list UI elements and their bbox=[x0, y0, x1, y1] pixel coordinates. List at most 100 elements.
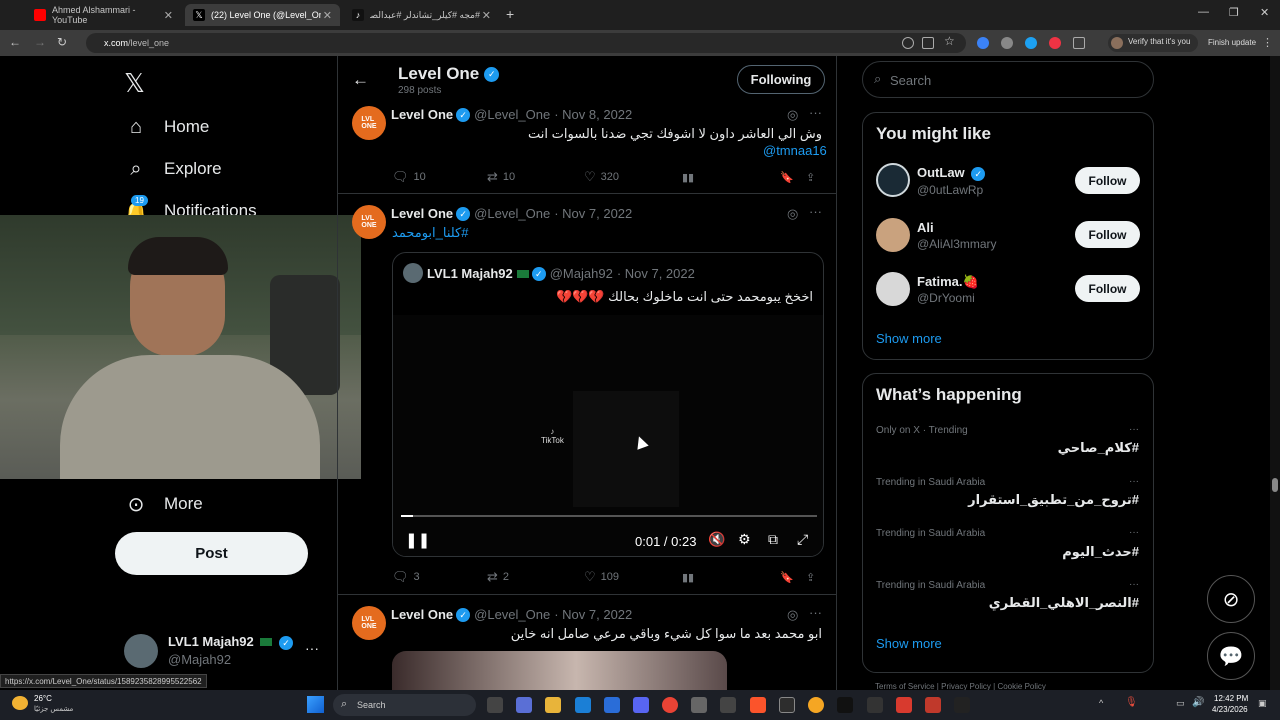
back-arrow-icon[interactable]: ← bbox=[352, 70, 369, 90]
post-button[interactable]: Post bbox=[115, 532, 308, 575]
tweet-mention-link[interactable]: @tmnaa16 bbox=[763, 143, 827, 158]
tweet-avatar[interactable]: LVL ONE bbox=[352, 205, 386, 239]
close-window-button[interactable]: ✕ bbox=[1260, 6, 1269, 19]
account-avatar[interactable] bbox=[124, 634, 158, 668]
trend-item[interactable]: #كلام_صاحي bbox=[1058, 440, 1139, 456]
pause-icon[interactable]: ❚❚ bbox=[405, 531, 430, 549]
app-icon[interactable] bbox=[954, 697, 970, 713]
more-options-icon[interactable]: ··· bbox=[809, 105, 822, 120]
trend-more-icon[interactable]: ··· bbox=[1129, 476, 1139, 487]
video-player[interactable]: ♪ TikTok ❚❚ 0:01 / 0:23 🔇 ⚙ ⧉ ⤢ bbox=[393, 315, 823, 556]
chrome-icon[interactable] bbox=[662, 697, 678, 713]
messages-fab-button[interactable]: 💬 bbox=[1207, 632, 1255, 680]
suggestion-avatar[interactable] bbox=[876, 272, 910, 306]
retweet-button[interactable]: ⇄ 2 bbox=[487, 569, 584, 585]
follow-button[interactable]: Follow bbox=[1075, 167, 1140, 194]
restore-button[interactable]: ❐ bbox=[1229, 6, 1239, 19]
brave-icon[interactable] bbox=[750, 697, 766, 713]
share-button[interactable]: ⇪ bbox=[806, 169, 815, 185]
show-more-link[interactable]: Show more bbox=[876, 636, 942, 651]
taskbar-date[interactable]: 4/23/2026 bbox=[1212, 705, 1248, 714]
task-view-icon[interactable] bbox=[487, 697, 503, 713]
extension-icon[interactable] bbox=[1025, 37, 1037, 49]
reload-icon[interactable]: ↻ bbox=[57, 35, 67, 49]
quote-tweet-card[interactable]: LVL1 Majah92 ✓ @Majah92 · Nov 7, 2022 اخ… bbox=[392, 252, 824, 557]
account-name[interactable]: LVL1 Majah92 ✓ bbox=[168, 634, 293, 650]
zoom-icon[interactable] bbox=[902, 37, 914, 49]
taskbar-search[interactable]: ⌕ Search bbox=[333, 694, 476, 716]
app-icon[interactable] bbox=[867, 697, 883, 713]
picture-in-picture-icon[interactable]: ⧉ bbox=[768, 531, 778, 548]
app-icon[interactable] bbox=[925, 697, 941, 713]
suggestion-avatar[interactable] bbox=[876, 218, 910, 252]
views-button[interactable]: ▮▮ bbox=[682, 169, 780, 185]
tray-chevron-icon[interactable]: ^ bbox=[1099, 698, 1103, 708]
grok-fab-button[interactable]: ⊘ bbox=[1207, 575, 1255, 623]
app-icon[interactable] bbox=[691, 697, 707, 713]
follow-button[interactable]: Follow bbox=[1075, 275, 1140, 302]
tiktok-icon[interactable] bbox=[837, 697, 853, 713]
url-field[interactable]: x.com/level_one bbox=[86, 33, 966, 53]
store-icon[interactable] bbox=[604, 697, 620, 713]
extensions-puzzle-icon[interactable] bbox=[1073, 37, 1085, 49]
retweet-button[interactable]: ⇄ 10 bbox=[487, 169, 584, 185]
reply-button[interactable]: 🗨 10 bbox=[392, 169, 487, 185]
tweet-media-image[interactable] bbox=[392, 651, 727, 690]
share-button[interactable]: ⇪ bbox=[806, 569, 815, 585]
close-icon[interactable]: ✕ bbox=[482, 9, 491, 22]
trend-more-icon[interactable]: ··· bbox=[1129, 424, 1139, 435]
account-menu-icon[interactable]: ··· bbox=[305, 640, 319, 656]
taskbar-time[interactable]: 12:42 PM bbox=[1214, 694, 1248, 703]
views-button[interactable]: ▮▮ bbox=[682, 569, 780, 585]
video-progress-track[interactable] bbox=[401, 515, 817, 517]
trend-item[interactable]: #النصر_الاهلي_القطري bbox=[989, 595, 1139, 611]
suggestion-name[interactable]: OutLaw ✓ bbox=[917, 165, 986, 181]
like-button[interactable]: ♡ 109 bbox=[584, 569, 682, 585]
close-icon[interactable]: ✕ bbox=[323, 9, 332, 22]
bookmark-button[interactable]: 🔖 bbox=[780, 569, 806, 585]
tab-youtube[interactable]: Ahmed Alshammari - YouTube ✕ bbox=[26, 4, 181, 26]
tab-x[interactable]: 𝕏 (22) Level One (@Level_One) / X ✕ bbox=[185, 4, 340, 26]
x-logo-icon[interactable]: 𝕏 bbox=[124, 68, 145, 99]
extension-icon[interactable] bbox=[1049, 37, 1061, 49]
trend-more-icon[interactable]: ··· bbox=[1129, 527, 1139, 538]
app-icon[interactable] bbox=[779, 697, 795, 713]
fullscreen-icon[interactable]: ⤢ bbox=[797, 531, 808, 548]
tweet-avatar[interactable]: LVL ONE bbox=[352, 106, 386, 140]
discord-icon[interactable] bbox=[633, 697, 649, 713]
extension-icon[interactable] bbox=[977, 37, 989, 49]
suggestion-name[interactable]: Ali bbox=[917, 220, 934, 235]
minimize-button[interactable]: — bbox=[1198, 6, 1209, 18]
nav-home[interactable]: ⌂ Home bbox=[124, 115, 209, 139]
page-scrollbar[interactable] bbox=[1270, 56, 1280, 690]
forward-icon[interactable]: → bbox=[34, 35, 46, 49]
back-icon[interactable]: ← bbox=[9, 35, 21, 49]
more-options-icon[interactable]: ··· bbox=[809, 605, 822, 620]
trend-item[interactable]: #تروح_من_تطبيق_استقرار bbox=[968, 492, 1139, 508]
edge-icon[interactable] bbox=[575, 697, 591, 713]
menu-kebab-icon[interactable]: ⋮ bbox=[1262, 36, 1273, 49]
nav-explore[interactable]: ⌕ Explore bbox=[124, 157, 221, 181]
app-icon[interactable] bbox=[896, 697, 912, 713]
reply-button[interactable]: 🗨 3 bbox=[392, 569, 487, 585]
grok-icon[interactable]: ◎ bbox=[787, 206, 798, 222]
finish-update-button[interactable]: Finish update bbox=[1208, 38, 1256, 47]
trend-item[interactable]: #حدث_اليوم bbox=[1062, 544, 1139, 560]
settings-gear-icon[interactable]: ⚙ bbox=[738, 531, 751, 548]
hashtag-link[interactable]: #كلنا_ابومحمد bbox=[392, 225, 468, 241]
microphone-icon[interactable]: 🎙 bbox=[1125, 697, 1138, 708]
mute-icon[interactable]: 🔇 bbox=[708, 531, 725, 548]
windows-start-icon[interactable] bbox=[307, 696, 324, 713]
copilot-icon[interactable] bbox=[516, 697, 532, 713]
nav-more[interactable]: ⊙ More bbox=[124, 492, 203, 516]
trend-more-icon[interactable]: ··· bbox=[1129, 579, 1139, 590]
scrollbar-thumb[interactable] bbox=[1272, 478, 1278, 492]
show-more-link[interactable]: Show more bbox=[876, 331, 942, 346]
app-icon[interactable] bbox=[808, 697, 824, 713]
install-icon[interactable] bbox=[922, 37, 934, 49]
network-icon[interactable]: ▭ bbox=[1176, 698, 1185, 709]
volume-icon[interactable]: 🔊 bbox=[1192, 697, 1204, 708]
notification-center-icon[interactable]: ▣ bbox=[1258, 698, 1267, 709]
new-tab-button[interactable]: + bbox=[506, 6, 514, 22]
search-input[interactable]: ⌕ Search bbox=[862, 61, 1154, 98]
